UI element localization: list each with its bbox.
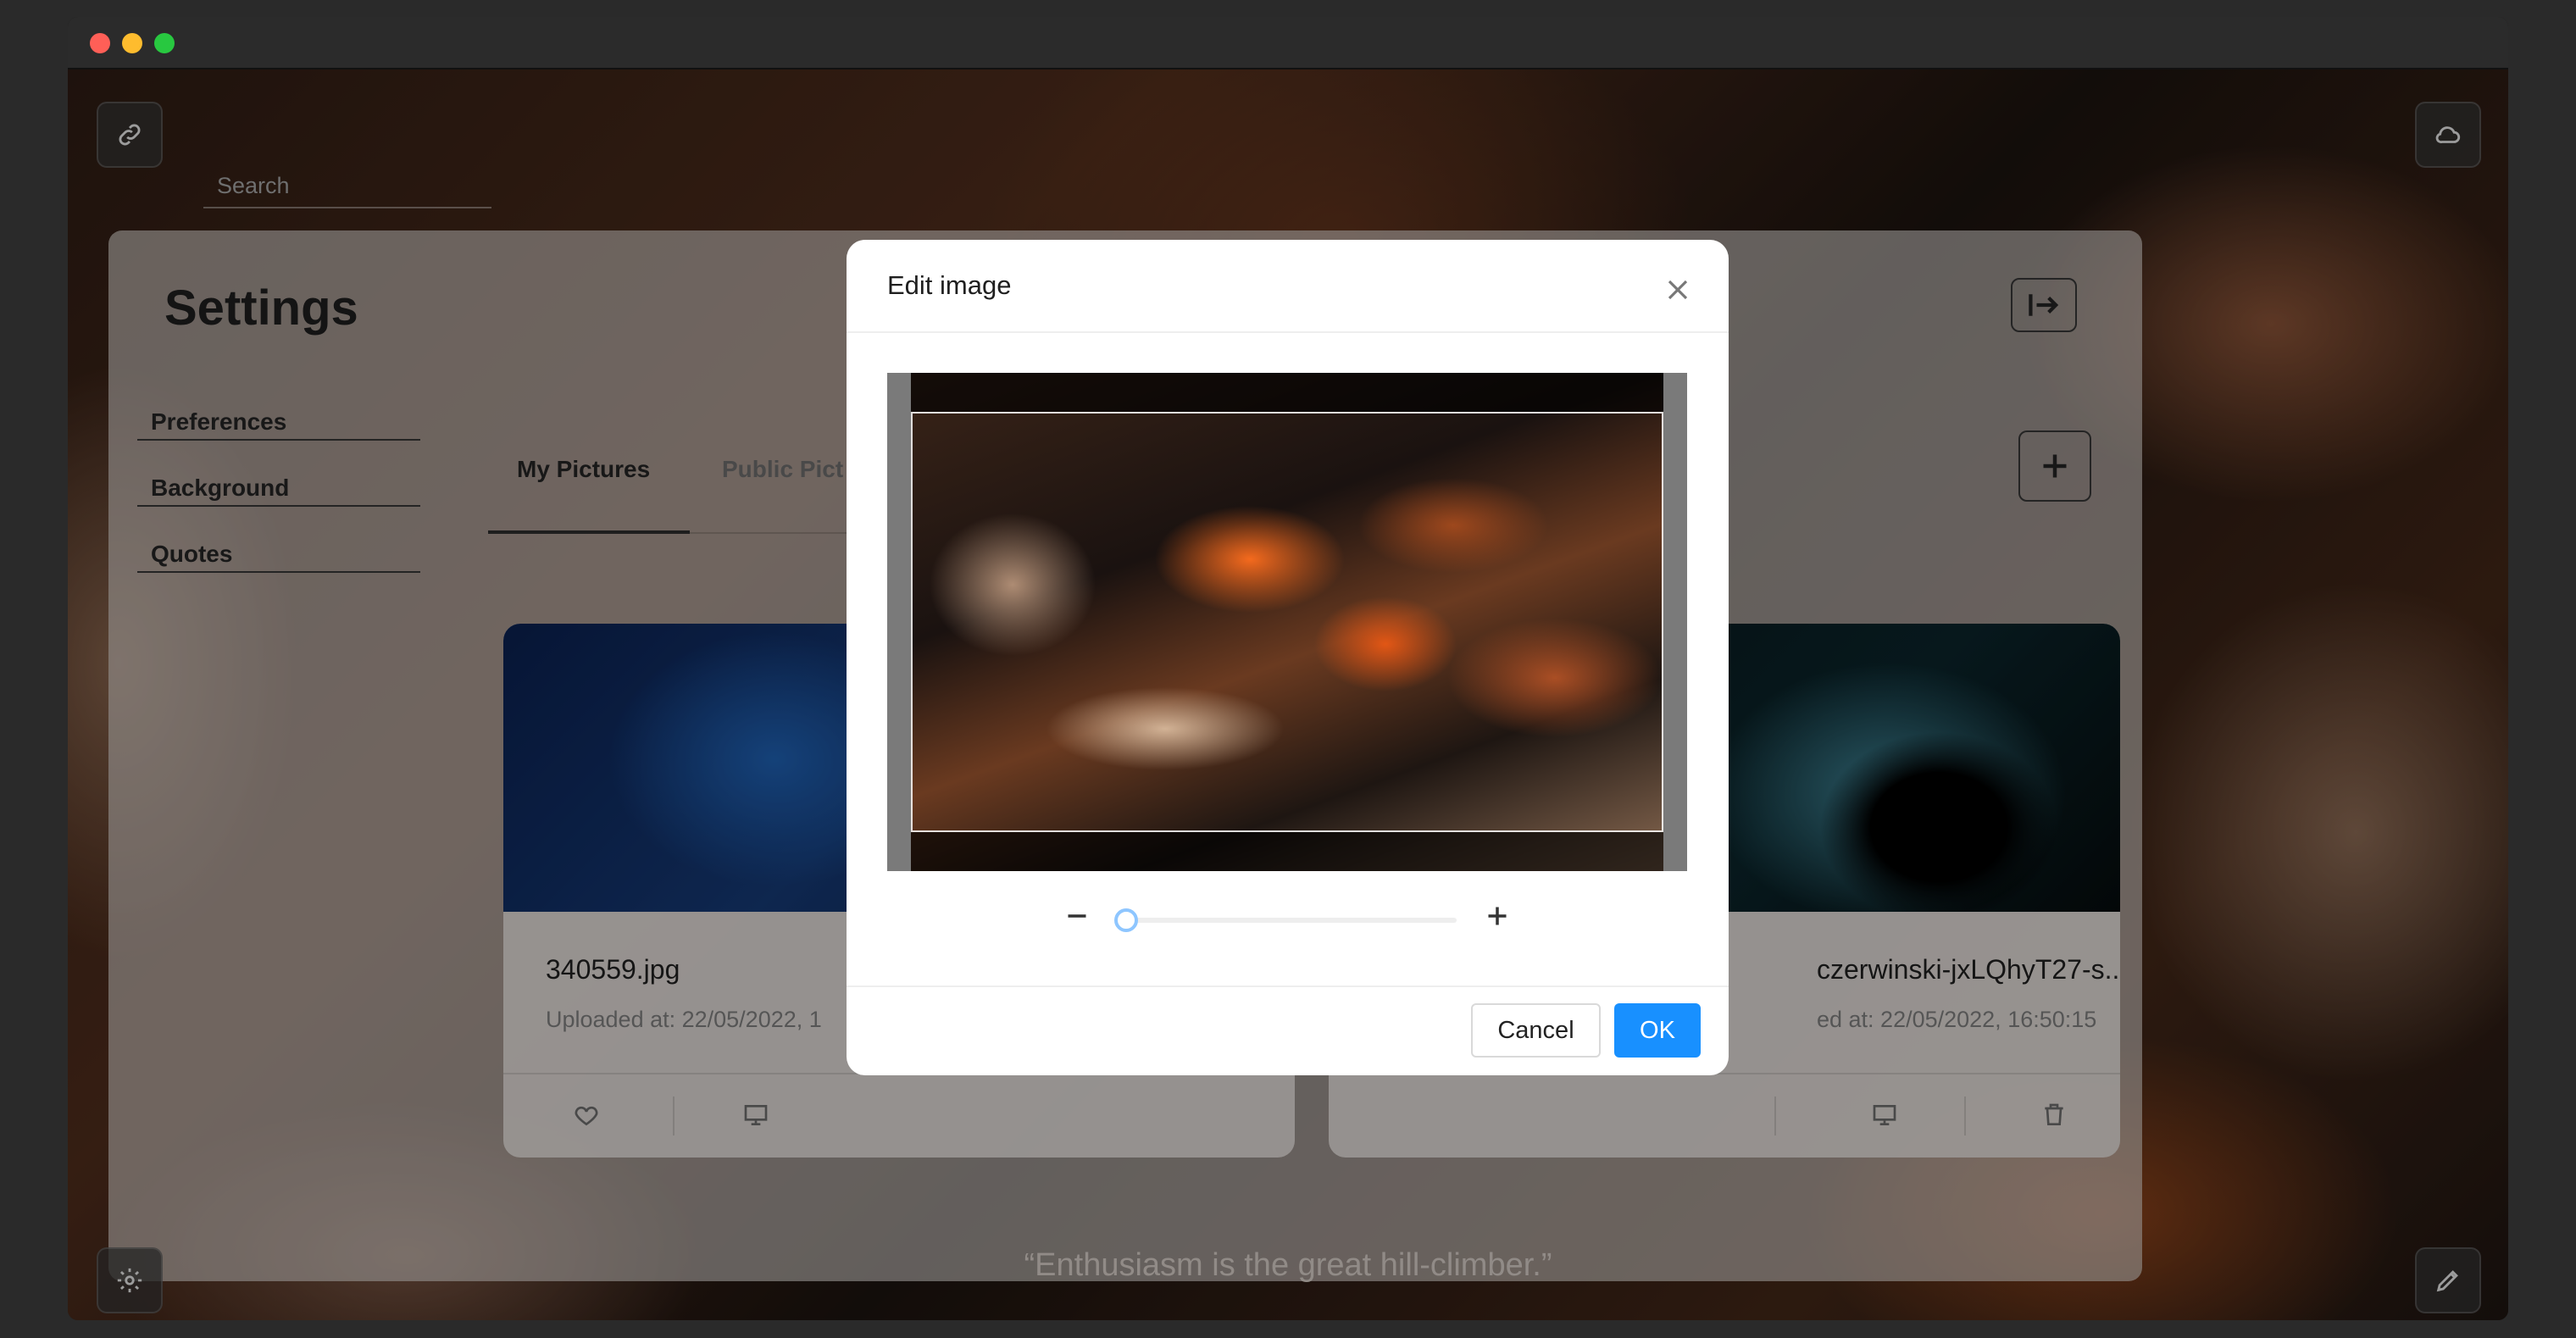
image-cropper[interactable] [887, 373, 1687, 871]
zoom-slider-track[interactable] [1118, 918, 1457, 923]
minimize-window-button[interactable] [122, 33, 142, 53]
close-icon [1668, 280, 1688, 300]
close-window-button[interactable] [90, 33, 110, 53]
app-window: Search Settings Preferences Background Q… [68, 17, 2508, 1320]
zoom-in-button[interactable] [1485, 904, 1511, 930]
modal-close-button[interactable] [1665, 277, 1694, 306]
zoom-control [847, 901, 1729, 935]
modal-title: Edit image [887, 270, 1012, 300]
modal-footer-divider [847, 985, 1729, 987]
zoom-out-button[interactable] [1065, 904, 1091, 930]
crop-selection[interactable] [911, 412, 1663, 832]
zoom-slider-handle[interactable] [1114, 908, 1138, 932]
crop-mask-bottom [911, 832, 1663, 871]
title-bar [68, 17, 2508, 69]
edit-image-modal: Edit image Cancel OK [847, 240, 1729, 1075]
zoom-window-button[interactable] [154, 33, 175, 53]
crop-mask-top [911, 373, 1663, 412]
minus-icon [1068, 914, 1086, 918]
modal-header-divider [847, 331, 1729, 333]
cancel-button[interactable]: Cancel [1471, 1003, 1601, 1058]
plus-icon [1488, 907, 1507, 925]
ok-button[interactable]: OK [1614, 1003, 1701, 1058]
